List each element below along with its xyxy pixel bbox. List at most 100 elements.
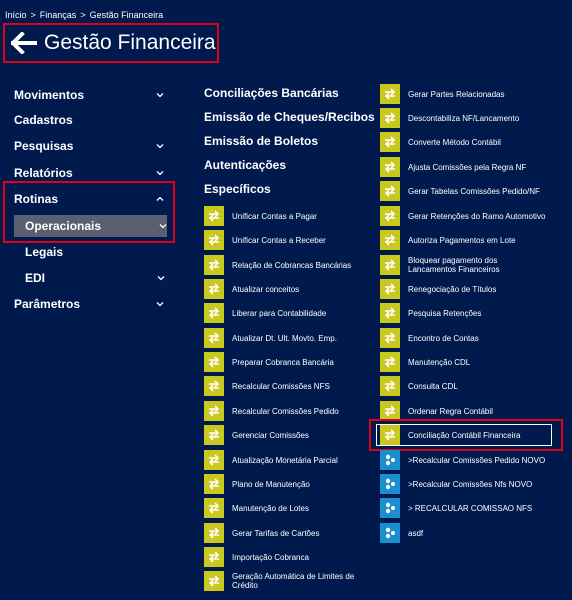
menu-item[interactable]: > RECALCULAR COMISSAO NFS [380,498,532,518]
menu-item[interactable]: Gerar Partes Relacionadas [380,84,505,104]
menu-item-label: Gerar Tarifas de Cartões [232,528,320,538]
sidebar-item-legais[interactable]: Legais [25,243,165,261]
sidebar-item-relatorios[interactable]: Relatórios [14,164,164,182]
transfer-arrows-icon [380,84,400,104]
sidebar-label: Movimentos [14,88,85,102]
category-especificos[interactable]: Específicos [204,182,271,196]
sidebar-item-edi[interactable]: EDI [25,269,165,287]
menu-item[interactable]: Gerar Tarifas de Cartões [204,523,319,543]
transfer-arrows-icon [204,474,224,494]
menu-item-label: Gerenciar Comissões [232,430,309,440]
menu-item[interactable]: Recalcular Comissões NFS [204,376,330,396]
transfer-arrows-icon [204,571,224,591]
menu-item-label: Liberar para Contabilidade [232,308,327,318]
category-cheques[interactable]: Emissão de Cheques/Recibos [204,110,375,124]
menu-item-label: Unificar Contas a Pagar [232,211,317,221]
transfer-arrows-icon [380,352,400,372]
category-autenticacoes[interactable]: Autenticações [204,158,286,172]
menu-item[interactable]: >Recalcular Comissões Nfs NOVO [380,474,532,494]
menu-item-label: Bloquear pagamento dos Lancamentos Financ… [408,256,500,274]
sidebar-item-pesquisas[interactable]: Pesquisas [14,137,164,155]
dots-cluster-icon [380,498,400,518]
menu-item[interactable]: Preparar Cobranca Bancária [204,352,334,372]
chevron-down-icon [156,302,164,307]
menu-item-label: Plano de Manutenção [232,479,310,489]
menu-item[interactable]: Gerar Tabelas Comissões Pedido/NF [380,181,540,201]
dots-cluster-icon [380,474,400,494]
transfer-arrows-icon [204,547,224,567]
menu-item-label: > RECALCULAR COMISSAO NFS [408,503,533,513]
menu-item[interactable]: Ordenar Regra Contábil [380,401,493,421]
menu-item[interactable]: Unificar Contas a Pagar [204,206,317,226]
menu-item-conciliacao-contabil[interactable]: Conciliação Contábil Financeira [380,425,521,445]
sidebar-item-operacionais[interactable]: Operacionais [25,217,167,235]
breadcrumb: Início > Finanças > Gestão Financeira [5,10,163,20]
sidebar-item-parametros[interactable]: Parâmetros [14,295,164,313]
menu-item-label: Geração Automática de Limites de Crédito [232,572,354,590]
transfer-arrows-icon [380,376,400,396]
sidebar-item-cadastros[interactable]: Cadastros [14,111,164,129]
menu-item[interactable]: Recalcular Comissões Pedido [204,401,339,421]
chevron-down-icon [157,276,165,281]
menu-item[interactable]: >Recalcular Comissões Pedido NOVO [380,450,545,470]
breadcrumb-sep: > [30,10,36,20]
menu-item[interactable]: Importação Cobranca [204,547,309,567]
menu-item-label: asdf [408,528,424,538]
sidebar-label: Legais [25,245,64,259]
chevron-down-icon [156,144,164,149]
menu-item[interactable]: Geração Automática de Limites de Crédito [204,571,354,591]
sidebar-label: Cadastros [14,113,73,127]
category-conciliacoes[interactable]: Conciliações Bancárias [204,86,339,100]
menu-item[interactable]: Encontro de Contas [380,328,479,348]
menu-item[interactable]: Relação de Cobrancas Bancárias [204,255,351,275]
menu-item[interactable]: Renegociação de Títulos [380,279,496,299]
menu-item[interactable]: Bloquear pagamento dos Lancamentos Financ… [380,255,500,275]
back-arrow-icon[interactable] [9,28,39,58]
menu-item[interactable]: Liberar para Contabilidade [204,303,326,323]
menu-item[interactable]: Gerenciar Comissões [204,425,309,445]
menu-item-label: Importação Cobranca [232,552,309,562]
menu-item-label: Gerar Retenções do Ramo Automotivo [408,211,546,221]
chevron-up-icon [156,196,164,201]
menu-item[interactable]: Ajusta Comissões pela Regra NF [380,157,526,177]
transfer-arrows-icon [204,498,224,518]
menu-item[interactable]: Autoriza Pagamentos em Lote [380,230,516,250]
menu-item[interactable]: Manutenção de Lotes [204,498,309,518]
menu-item-label: Descontabiliza NF/Lancamento [408,113,520,123]
menu-item-label: Recalcular Comissões NFS [232,381,330,391]
transfer-arrows-icon [380,206,400,226]
menu-item[interactable]: Pesquisa Retenções [380,303,481,323]
menu-item-label: Recalcular Comissões Pedido [232,406,339,416]
menu-item[interactable]: Converte Método Contábil [380,132,501,152]
sidebar-label: Pesquisas [14,139,74,153]
menu-item-label: Relação de Cobrancas Bancárias [232,260,352,270]
menu-item-label: Preparar Cobranca Bancária [232,357,334,367]
breadcrumb-financas[interactable]: Finanças [40,10,77,20]
menu-item-label: Ordenar Regra Contábil [408,406,493,416]
menu-item-label: Converte Método Contábil [408,137,501,147]
menu-item[interactable]: Atualizar Dt. Ult. Movto. Emp. [204,328,337,348]
menu-item[interactable]: Consulta CDL [380,376,458,396]
page-title: Gestão Financeira [44,31,216,54]
sidebar-label: Operacionais [25,219,102,233]
transfer-arrows-icon [204,279,224,299]
menu-item[interactable]: Manutenção CDL [380,352,470,372]
menu-item-label: Atualizar Dt. Ult. Movto. Emp. [232,333,337,343]
transfer-arrows-icon [204,376,224,396]
menu-item[interactable]: Descontabiliza NF/Lancamento [380,108,519,128]
breadcrumb-inicio[interactable]: Início [5,10,27,20]
sidebar-item-rotinas[interactable]: Rotinas [14,190,164,208]
menu-item-label: Pesquisa Retenções [408,308,482,318]
sidebar-item-movimentos[interactable]: Movimentos [14,86,164,104]
menu-item[interactable]: Unificar Contas a Receber [204,230,326,250]
menu-item-label-line: Geração Automática de Limites de [232,572,355,581]
category-boletos[interactable]: Emissão de Boletos [204,134,318,148]
menu-item[interactable]: Gerar Retenções do Ramo Automotivo [380,206,545,226]
transfer-arrows-icon [380,181,400,201]
menu-item[interactable]: Atualização Monetária Parcial [204,450,338,470]
menu-item[interactable]: Plano de Manutenção [204,474,310,494]
menu-item-label: Manutenção de Lotes [232,503,309,513]
transfer-arrows-icon [204,206,224,226]
menu-item[interactable]: asdf [380,523,423,543]
menu-item[interactable]: Atualizar conceitos [204,279,299,299]
